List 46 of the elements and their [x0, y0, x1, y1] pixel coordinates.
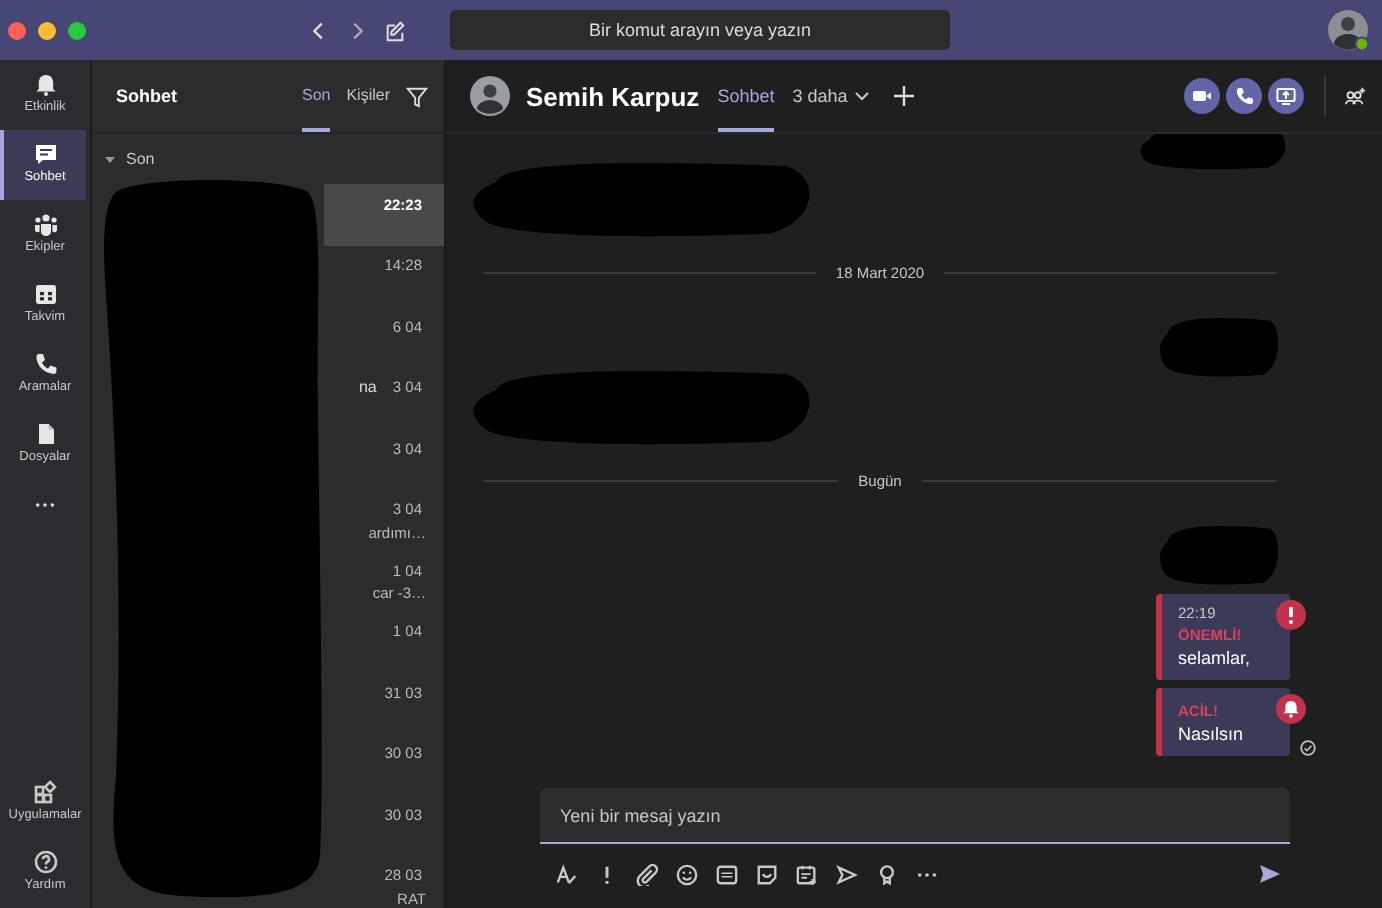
caret-icon[interactable] [102, 151, 118, 167]
panel-title: Sohbet [116, 86, 179, 106]
section-label[interactable]: Son [126, 150, 155, 168]
compose-icon[interactable] [384, 19, 406, 41]
help-icon [33, 850, 57, 874]
send-outline-icon[interactable] [836, 863, 858, 885]
add-icon[interactable] [893, 86, 914, 106]
add-people-icon[interactable] [1344, 85, 1366, 107]
zoom-button[interactable] [68, 21, 86, 39]
message-input[interactable]: Yeni bir mesaj yazın [540, 788, 1290, 844]
tab[interactable]: Kişiler [346, 60, 390, 132]
profile-avatar[interactable] [1326, 8, 1370, 52]
chat-name: na [358, 378, 377, 396]
audio-call-button[interactable] [1226, 78, 1262, 114]
message-text: selamlar, [1178, 648, 1253, 668]
video-camera-icon [1192, 86, 1212, 106]
share-screen-icon [1276, 86, 1296, 106]
bell-icon [33, 72, 57, 96]
video-call-button[interactable] [1184, 78, 1220, 114]
tab[interactable]: Son [301, 60, 331, 132]
calendar-icon[interactable] [796, 863, 818, 885]
apps-icon [33, 780, 57, 804]
more-tabs-button[interactable]: 3 daha [792, 86, 870, 106]
file-icon [33, 422, 57, 446]
tab[interactable]: Sohbet [717, 60, 775, 132]
send-icon[interactable] [1258, 862, 1282, 886]
format-icon[interactable] [556, 863, 578, 885]
team-icon [33, 212, 57, 236]
gif-icon[interactable] [716, 863, 738, 885]
phone-icon [1234, 86, 1254, 106]
sticker-icon[interactable] [756, 863, 778, 885]
phone-icon [33, 352, 57, 376]
contact-name: Semih Karpuz [526, 81, 700, 111]
filter-icon[interactable] [406, 85, 428, 107]
close-button[interactable] [8, 21, 26, 39]
contact-avatar [470, 76, 510, 116]
medal-icon[interactable] [876, 863, 898, 885]
chat-icon [33, 142, 57, 166]
message-text: Nasılsın [1178, 724, 1246, 744]
paperclip-icon[interactable] [636, 863, 658, 885]
minimize-button[interactable] [38, 21, 56, 39]
emoji-icon[interactable] [676, 863, 698, 885]
calendar-icon [33, 282, 57, 306]
share-screen-button[interactable] [1268, 78, 1304, 114]
search-field[interactable]: Bir komut arayın veya yazın [450, 10, 950, 50]
chevron-down-icon [853, 88, 870, 104]
